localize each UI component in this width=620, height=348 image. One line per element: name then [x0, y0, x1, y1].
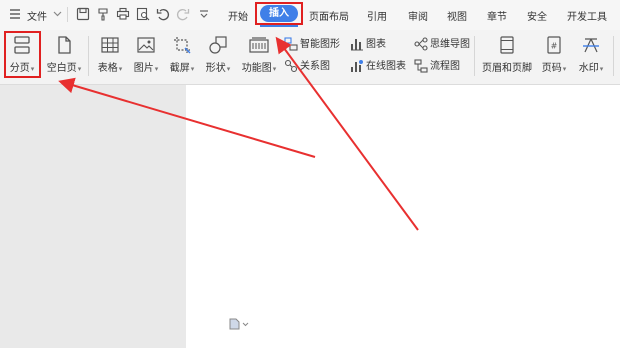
menu-bar: 文件 开始 插入 页面布局 引用 审阅 视图 章节 安全 开发工具 — [0, 0, 620, 30]
relation-chart-button[interactable]: 关系图 — [284, 59, 330, 75]
shapes-icon — [209, 36, 227, 54]
function-chart-label: 功能图 — [241, 63, 272, 74]
watermark-button[interactable]: 水印▾ — [574, 33, 608, 81]
picture-button[interactable]: 图片▾ — [130, 33, 162, 81]
print-icon[interactable] — [116, 7, 130, 21]
flowchart-label: 流程图 — [430, 61, 460, 72]
picture-label: 图片 — [133, 63, 154, 74]
screenshot-button[interactable]: 截屏▾ — [166, 33, 198, 81]
online-chart-button[interactable]: 在线图表 — [350, 59, 406, 75]
function-chart-button[interactable]: 功能图▾ — [239, 33, 279, 81]
document-page[interactable] — [186, 85, 620, 348]
document-margin-area — [0, 85, 186, 348]
chevron-down-icon[interactable] — [53, 10, 62, 21]
blank-page-icon — [58, 36, 71, 54]
header-footer-button[interactable]: 页眉和页脚 — [480, 33, 534, 81]
page-number-icon: # — [547, 36, 561, 54]
smart-art-icon — [284, 37, 298, 51]
tab-chapter[interactable]: 章节 — [487, 8, 507, 23]
blank-page-button[interactable]: 空白页▾ — [44, 33, 84, 81]
online-chart-icon — [351, 60, 363, 72]
chart-button[interactable]: 图表 — [350, 37, 386, 53]
chart-label: 图表 — [366, 39, 386, 50]
header-footer-label: 页眉和页脚 — [482, 63, 532, 74]
watermark-icon — [583, 38, 599, 53]
table-button[interactable]: 表格▾ — [94, 33, 126, 81]
hamburger-icon[interactable] — [9, 8, 21, 20]
watermark-label: 水印 — [578, 63, 599, 74]
tab-review[interactable]: 审阅 — [408, 8, 428, 23]
table-icon — [101, 37, 119, 53]
function-chart-icon — [249, 37, 269, 53]
tab-page-layout[interactable]: 页面布局 — [309, 8, 349, 23]
page-options-icon[interactable] — [229, 318, 249, 333]
insert-tab-highlight — [255, 2, 303, 25]
smart-art-label: 智能图形 — [300, 39, 340, 50]
smart-art-button[interactable]: 智能图形 — [284, 37, 340, 53]
page-break-highlight — [4, 31, 41, 78]
shapes-label: 形状 — [205, 63, 226, 74]
page-number-button[interactable]: # 页码▾ — [538, 33, 570, 81]
format-painter-icon[interactable] — [96, 7, 110, 21]
flowchart-icon — [414, 59, 428, 73]
header-footer-icon — [500, 36, 514, 54]
shapes-button[interactable]: 形状▾ — [202, 33, 234, 81]
blank-page-label: 空白页 — [46, 63, 77, 74]
picture-icon — [137, 37, 155, 53]
mind-map-label: 思维导图 — [430, 39, 470, 50]
screenshot-label: 截屏 — [169, 63, 190, 74]
tab-references[interactable]: 引用 — [367, 8, 387, 23]
redo-icon[interactable] — [176, 7, 190, 21]
table-label: 表格 — [97, 63, 118, 74]
undo-icon[interactable] — [156, 7, 170, 21]
customize-toolbar-icon[interactable] — [198, 7, 212, 21]
save-icon[interactable] — [76, 7, 90, 21]
file-menu[interactable]: 文件 — [27, 8, 47, 23]
tab-view[interactable]: 视图 — [447, 8, 467, 23]
relation-chart-label: 关系图 — [300, 61, 330, 72]
relation-chart-icon — [284, 59, 298, 73]
online-chart-label: 在线图表 — [366, 61, 406, 72]
mind-map-button[interactable]: 思维导图 — [414, 37, 470, 53]
svg-text:#: # — [551, 42, 558, 51]
mind-map-icon — [414, 37, 428, 51]
chart-icon — [351, 39, 363, 51]
flowchart-button[interactable]: 流程图 — [414, 59, 460, 75]
tab-home[interactable]: 开始 — [228, 8, 248, 23]
screenshot-icon — [174, 37, 191, 54]
tab-security[interactable]: 安全 — [527, 8, 547, 23]
print-preview-icon[interactable] — [136, 7, 150, 21]
page-number-label: 页码 — [541, 63, 562, 74]
active-tab-indicator — [260, 25, 298, 27]
tab-developer[interactable]: 开发工具 — [567, 8, 607, 23]
